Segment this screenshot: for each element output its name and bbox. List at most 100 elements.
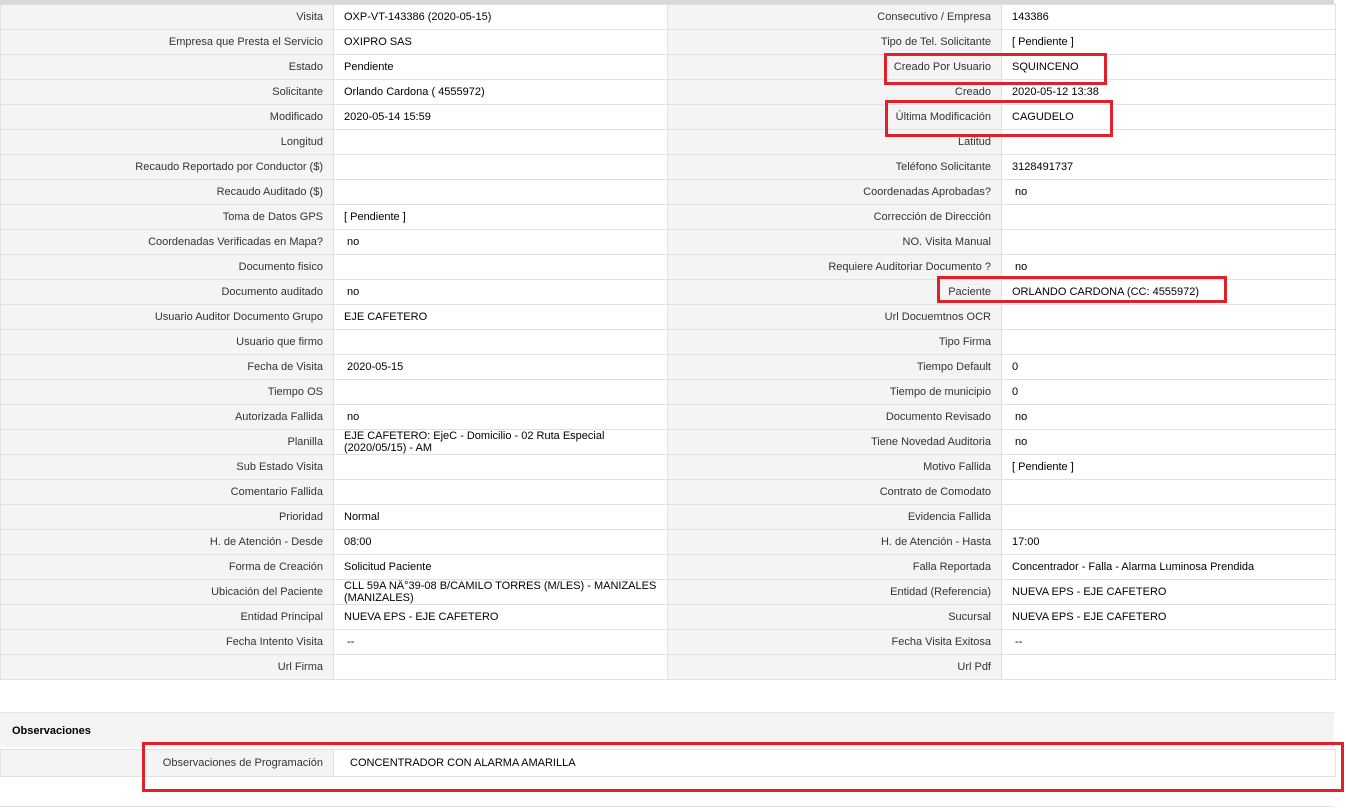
field-value-right: Concentrador - Falla - Alarma Luminosa P…	[1001, 554, 1336, 580]
field-label-right: Falla Reportada	[667, 554, 1002, 580]
field-label-left: H. de Atención - Desde	[0, 529, 334, 555]
field-label-right: NO. Visita Manual	[667, 229, 1002, 255]
field-value-left: CLL 59A NÂ°39-08 B/CAMILO TORRES (M/LES)…	[333, 579, 668, 605]
value-text: CAGUDELO	[1012, 111, 1074, 123]
detail-row: Comentario Fallida Contrato de Comodato	[0, 479, 1336, 505]
detail-row: Visita OXP-VT-143386 (2020-05-15) Consecut…	[0, 4, 1336, 30]
field-value-left	[333, 154, 668, 180]
detail-row: Coordenadas Verificadas en Mapa? no NO. Vi…	[0, 229, 1336, 255]
field-label-right: Paciente	[667, 279, 1002, 305]
field-value-right: no	[1001, 254, 1336, 280]
field-value-right: SQUINCENO	[1001, 54, 1336, 80]
field-value-left	[333, 129, 668, 155]
field-value-left: OXIPRO SAS	[333, 29, 668, 55]
value-text: 0	[1012, 386, 1019, 398]
field-label-right: Url Pdf	[667, 654, 1002, 680]
detail-row: Toma de Datos GPS [ Pendiente ] Corrección…	[0, 204, 1336, 230]
field-value-left: OXP-VT-143386 (2020-05-15)	[333, 4, 668, 30]
field-label-left: Solicitante	[0, 79, 334, 105]
value-text: CLL 59A NÂ°39-08 B/CAMILO TORRES (M/LES)…	[344, 580, 657, 604]
value-text: 2020-05-12 13:38	[1012, 86, 1099, 98]
detail-row: Empresa que Presta el Servicio OXIPRO SAS…	[0, 29, 1336, 55]
detail-row: Autorizada Fallida no Documento Revisado no	[0, 404, 1336, 430]
field-label-left: Coordenadas Verificadas en Mapa?	[0, 229, 334, 255]
field-value-right	[1001, 229, 1336, 255]
field-value-right: 3128491737	[1001, 154, 1336, 180]
field-label-right: Tiene Novedad Auditoria	[667, 429, 1002, 455]
value-text: [ Pendiente ]	[1012, 36, 1074, 48]
value-text: ORLANDO CARDONA (CC: 4555972)	[1012, 286, 1200, 298]
field-value-right	[1001, 329, 1336, 355]
field-label-left: Documento auditado	[0, 279, 334, 305]
detail-row: H. de Atención - Desde 08:00 H. de Atenció…	[0, 529, 1336, 555]
field-label-left: Comentario Fallida	[0, 479, 334, 505]
field-value-right	[1001, 504, 1336, 530]
field-label-left: Usuario que firmo	[0, 329, 334, 355]
value-text: Concentrador - Falla - Alarma Luminosa P…	[1012, 561, 1255, 573]
field-value-right	[1001, 129, 1336, 155]
field-label-right: Contrato de Comodato	[667, 479, 1002, 505]
field-label-left: Fecha de Visita	[0, 354, 334, 380]
observaciones-table: Observaciones de Programación CONCENTRAD…	[0, 749, 1336, 777]
field-label-left: Recaudo Reportado por Conductor ($)	[0, 154, 334, 180]
detail-row: Sub Estado Visita Motivo Fallida [ Pendien…	[0, 454, 1336, 480]
field-label-right: Entidad (Referencia)	[667, 579, 1002, 605]
detail-row: Url Firma Url Pdf	[0, 654, 1336, 680]
detail-row: Fecha Intento Visita -- Fecha Visita Exito…	[0, 629, 1336, 655]
field-value-right	[1001, 479, 1336, 505]
field-label-right: Url Docuemtnos OCR	[667, 304, 1002, 330]
field-value-right: CAGUDELO	[1001, 104, 1336, 130]
field-value-left	[333, 379, 668, 405]
detail-row: Modificado 2020-05-14 15:59 Última Modific…	[0, 104, 1336, 130]
field-value-right: [ Pendiente ]	[1001, 29, 1336, 55]
value-text: EJE CAFETERO	[344, 311, 428, 323]
field-label-left: Sub Estado Visita	[0, 454, 334, 480]
value-text: OXIPRO SAS	[344, 36, 412, 48]
field-label-left: Documento fisico	[0, 254, 334, 280]
field-value-right: 17:00	[1001, 529, 1336, 555]
field-value-left	[333, 254, 668, 280]
field-label-left: Toma de Datos GPS	[0, 204, 334, 230]
field-value-right: no	[1001, 429, 1336, 455]
value-text: [ Pendiente ]	[344, 211, 406, 223]
detail-row: Recaudo Reportado por Conductor ($) Teléf…	[0, 154, 1336, 180]
value-text: no	[347, 286, 360, 298]
field-label-right: Coordenadas Aprobadas?	[667, 179, 1002, 205]
detail-row: Prioridad Normal Evidencia Fallida	[0, 504, 1336, 530]
field-label-left: Longitud	[0, 129, 334, 155]
field-label-right: Sucursal	[667, 604, 1002, 630]
field-label-left: Ubicación del Paciente	[0, 579, 334, 605]
field-label-left: Url Firma	[0, 654, 334, 680]
value-text: 2020-05-15	[347, 361, 404, 373]
value-text: [ Pendiente ]	[1012, 461, 1074, 473]
field-value-left: EJE CAFETERO: EjeC - Domicilio - 02 Ruta…	[333, 429, 668, 455]
field-label-right: Tiempo Default	[667, 354, 1002, 380]
field-label-left: Prioridad	[0, 504, 334, 530]
field-label-right: Evidencia Fallida	[667, 504, 1002, 530]
field-value-right: 2020-05-12 13:38	[1001, 79, 1336, 105]
field-value-right: no	[1001, 404, 1336, 430]
field-value-right: NUEVA EPS - EJE CAFETERO	[1001, 604, 1336, 630]
value-text: 0	[1012, 361, 1019, 373]
detail-row: Usuario Auditor Documento Grupo EJE CAFET…	[0, 304, 1336, 330]
field-value-left: 08:00	[333, 529, 668, 555]
value-text: SQUINCENO	[1012, 61, 1079, 73]
value-text: no	[347, 411, 360, 423]
value-text: Orlando Cardona ( 4555972)	[344, 86, 485, 98]
detail-row: Solicitante Orlando Cardona ( 4555972) Cre…	[0, 79, 1336, 105]
field-value-right: 0	[1001, 379, 1336, 405]
field-label-right: Última Modificación	[667, 104, 1002, 130]
field-value-left	[333, 329, 668, 355]
value-text: Normal	[344, 511, 380, 523]
detail-row: Usuario que firmo Tipo Firma	[0, 329, 1336, 355]
field-value-left: Pendiente	[333, 54, 668, 80]
field-label-right: Corrección de Dirección	[667, 204, 1002, 230]
field-label-left: Forma de Creación	[0, 554, 334, 580]
value-text: 143386	[1012, 11, 1049, 23]
field-label-left: Usuario Auditor Documento Grupo	[0, 304, 334, 330]
detail-row: Ubicación del Paciente CLL 59A NÂ°39-08 B…	[0, 579, 1336, 605]
field-value-right: [ Pendiente ]	[1001, 454, 1336, 480]
observaciones-label: Observaciones de Programación	[0, 749, 334, 777]
observaciones-title: Observaciones	[12, 725, 91, 737]
field-label-left: Empresa que Presta el Servicio	[0, 29, 334, 55]
